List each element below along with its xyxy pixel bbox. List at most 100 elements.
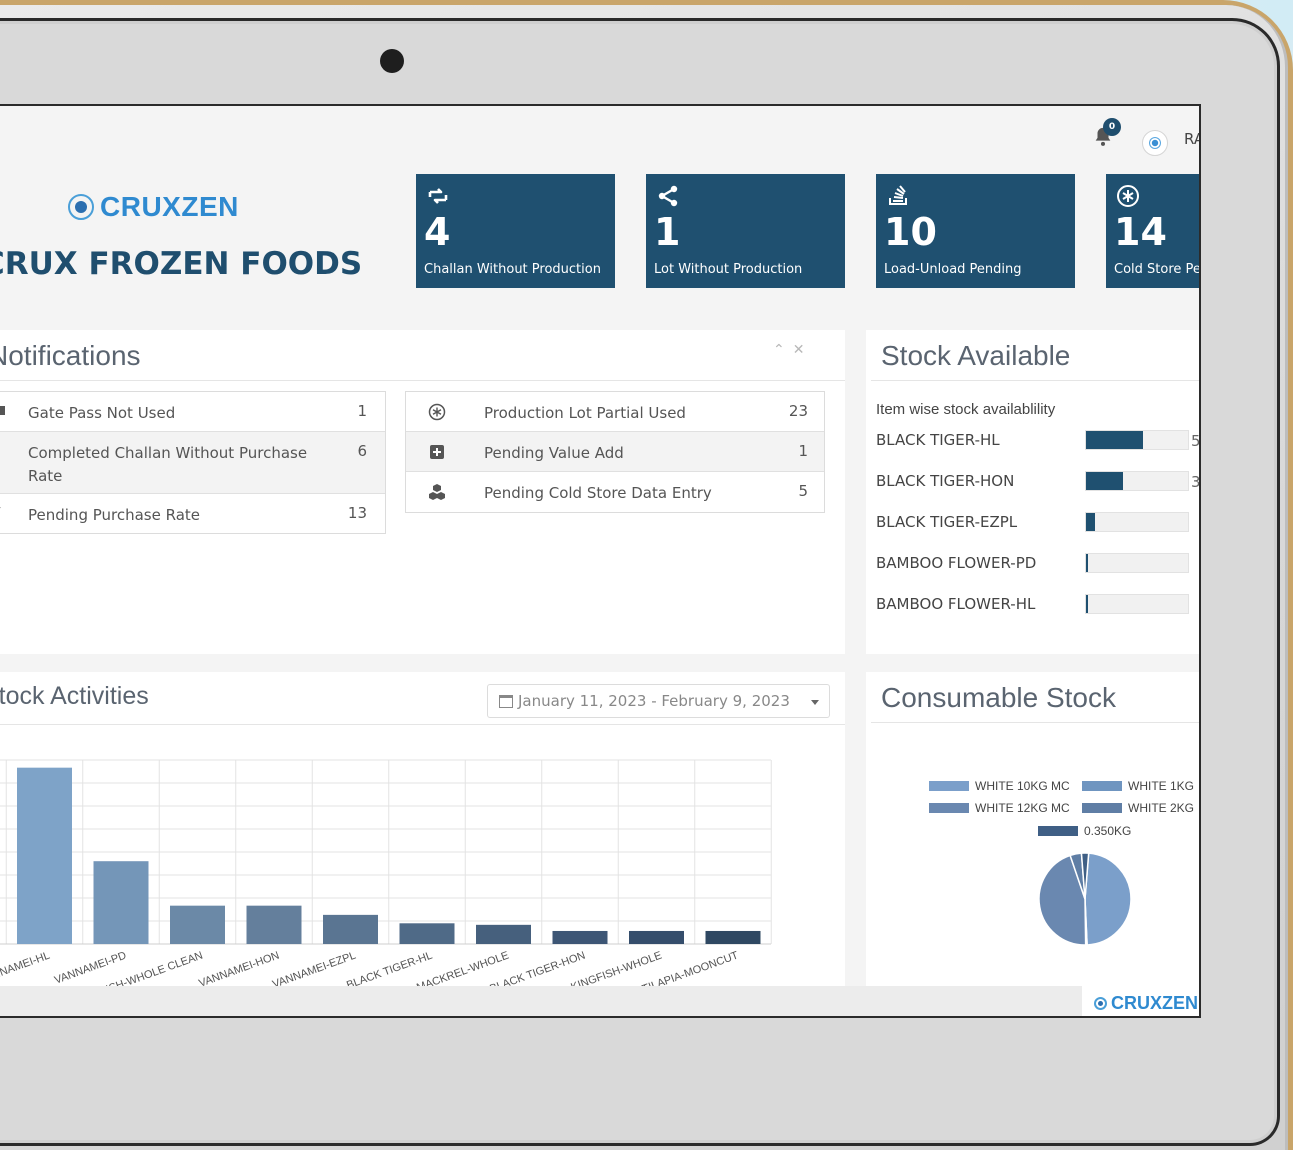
chart-bar[interactable]	[93, 861, 149, 944]
stock-level-bar	[1085, 553, 1189, 573]
stock-level-fill	[1086, 431, 1144, 449]
share-icon	[658, 185, 678, 207]
tile-lot-without-production[interactable]: 1 Lot Without Production	[646, 174, 845, 288]
tile-challan-without-production[interactable]: 4 Challan Without Production	[416, 174, 615, 288]
close-icon[interactable]: ✕	[793, 342, 813, 358]
caret-down-icon	[811, 700, 819, 705]
footer	[0, 986, 1199, 1016]
chart-bar[interactable]	[552, 930, 608, 944]
plus-square-icon	[430, 445, 444, 459]
snowflake-circle-icon	[1117, 185, 1139, 207]
notification-label: Production Lot Partial Used	[484, 404, 686, 422]
stock-item-name: BAMBOO FLOWER-HL	[876, 595, 1036, 613]
chart-bar[interactable]	[323, 914, 378, 944]
notification-count: 13	[347, 504, 367, 522]
stock-level-fill	[1086, 472, 1124, 490]
divider	[0, 724, 845, 725]
legend-item: WHITE 12KG MC	[929, 801, 1070, 815]
stock-item-name: BLACK TIGER-HL	[876, 431, 1000, 449]
notification-label: Gate Pass Not Used	[28, 404, 176, 422]
brand-logo: CRUXZEN	[68, 190, 239, 224]
x-tick-label: VANNAMEI-HL	[0, 950, 52, 986]
legend-label: WHITE 1KG	[1128, 779, 1195, 793]
notification-count: 1	[798, 442, 808, 460]
chart-bar[interactable]	[399, 923, 455, 944]
notification-label: Pending Cold Store Data Entry	[484, 484, 712, 502]
stock-level-bar	[1085, 430, 1189, 450]
notification-count: 23	[788, 402, 808, 420]
cubes-icon	[429, 484, 445, 500]
avatar-icon	[1149, 137, 1161, 149]
chart-bar[interactable]	[17, 767, 72, 944]
date-range-picker[interactable]: January 11, 2023 - February 9, 2023	[487, 684, 830, 718]
notification-count: 5	[798, 482, 808, 500]
stock-item-value: 3	[1191, 473, 1201, 491]
legend-swatch	[1082, 780, 1122, 791]
logo-text: CRUXZEN	[100, 191, 239, 222]
notification-count: 1	[357, 402, 367, 420]
notification-item[interactable]: Pending Purchase Rate 13	[0, 494, 385, 534]
legend-swatch	[929, 780, 969, 791]
legend-item: WHITE 2KG	[1082, 801, 1194, 815]
stock-available-title: Stock Available	[881, 340, 1071, 371]
top-bar: 0 RA	[0, 106, 1199, 168]
chart-bar[interactable]	[705, 930, 761, 944]
tile-load-unload-pending[interactable]: 10 Load-Unload Pending	[876, 174, 1075, 288]
consumable-stock-pie	[1038, 852, 1132, 946]
legend-item: WHITE 1KG	[1082, 779, 1194, 793]
notification-item[interactable]: Pending Cold Store Data Entry 5	[406, 472, 824, 513]
panel-tools: ⌃✕	[773, 342, 812, 358]
notification-label: Completed Challan Without Purchase Rate	[28, 444, 308, 485]
shield-icon	[0, 406, 5, 415]
tile-value: 10	[884, 210, 937, 254]
chart-bar[interactable]	[476, 924, 531, 944]
notification-label: Pending Purchase Rate	[28, 506, 201, 524]
stock-level-bar	[1085, 471, 1189, 491]
app-screen: 0 RA CRUXZEN CRUX FROZEN FOODS 4 Challan…	[0, 104, 1201, 1018]
stock-level-bar	[1085, 594, 1189, 614]
stack-icon	[889, 185, 907, 205]
notification-label: Pending Value Add	[484, 444, 624, 462]
stock-level-fill	[1086, 513, 1096, 531]
stock-item-name: BLACK TIGER-EZPL	[876, 513, 1018, 531]
legend-label: WHITE 2KG	[1128, 801, 1195, 815]
camera-icon	[380, 49, 404, 73]
divider	[0, 380, 845, 381]
tile-label: Challan Without Production	[424, 262, 601, 277]
legend-item: WHITE 10KG MC	[929, 779, 1070, 793]
chart-bar[interactable]	[246, 905, 302, 944]
stock-activities-title: Stock Activities	[0, 682, 149, 710]
user-name[interactable]: RA	[1184, 130, 1199, 148]
notifications-right-list: Production Lot Partial Used 23 Pending V…	[405, 391, 825, 513]
company-name: CRUX FROZEN FOODS	[0, 246, 363, 282]
stock-level-fill	[1086, 595, 1089, 613]
pencil-icon	[0, 507, 1, 509]
user-avatar[interactable]	[1142, 130, 1168, 156]
stock-level-fill	[1086, 554, 1089, 572]
chart-bar[interactable]	[170, 905, 225, 944]
snowflake-circle-icon	[428, 403, 446, 421]
pie-slice[interactable]	[1084, 852, 1132, 946]
tile-label: Load-Unload Pending	[884, 262, 1022, 277]
x-tick-label: VANNAMEI-HON	[197, 950, 281, 986]
chart-bar[interactable]	[629, 930, 684, 944]
legend-label: WHITE 10KG MC	[975, 779, 1070, 793]
tile-value: 1	[654, 210, 681, 254]
date-range-text: January 11, 2023 - February 9, 2023	[518, 692, 790, 710]
logo-mark-icon	[1094, 996, 1107, 1010]
notification-item[interactable]: Production Lot Partial Used 23	[406, 392, 824, 432]
tile-label: Lot Without Production	[654, 262, 803, 277]
tile-value: 14	[1114, 210, 1167, 254]
retweet-icon	[428, 188, 448, 204]
notification-count: 6	[357, 442, 367, 460]
notification-item[interactable]: Pending Value Add 1	[406, 432, 824, 472]
notification-item[interactable]: Gate Pass Not Used 1	[0, 392, 385, 432]
legend-label: WHITE 12KG MC	[975, 801, 1070, 815]
tile-cold-store-pending[interactable]: 14 Cold Store Pending	[1106, 174, 1199, 288]
divider	[871, 722, 1199, 723]
collapse-icon[interactable]: ⌃	[773, 342, 793, 358]
logo-mark-icon	[68, 194, 94, 220]
calendar-icon	[499, 695, 513, 708]
stock-item-name: BAMBOO FLOWER-PD	[876, 554, 1037, 572]
notification-item[interactable]: Completed Challan Without Purchase Rate …	[0, 432, 385, 494]
